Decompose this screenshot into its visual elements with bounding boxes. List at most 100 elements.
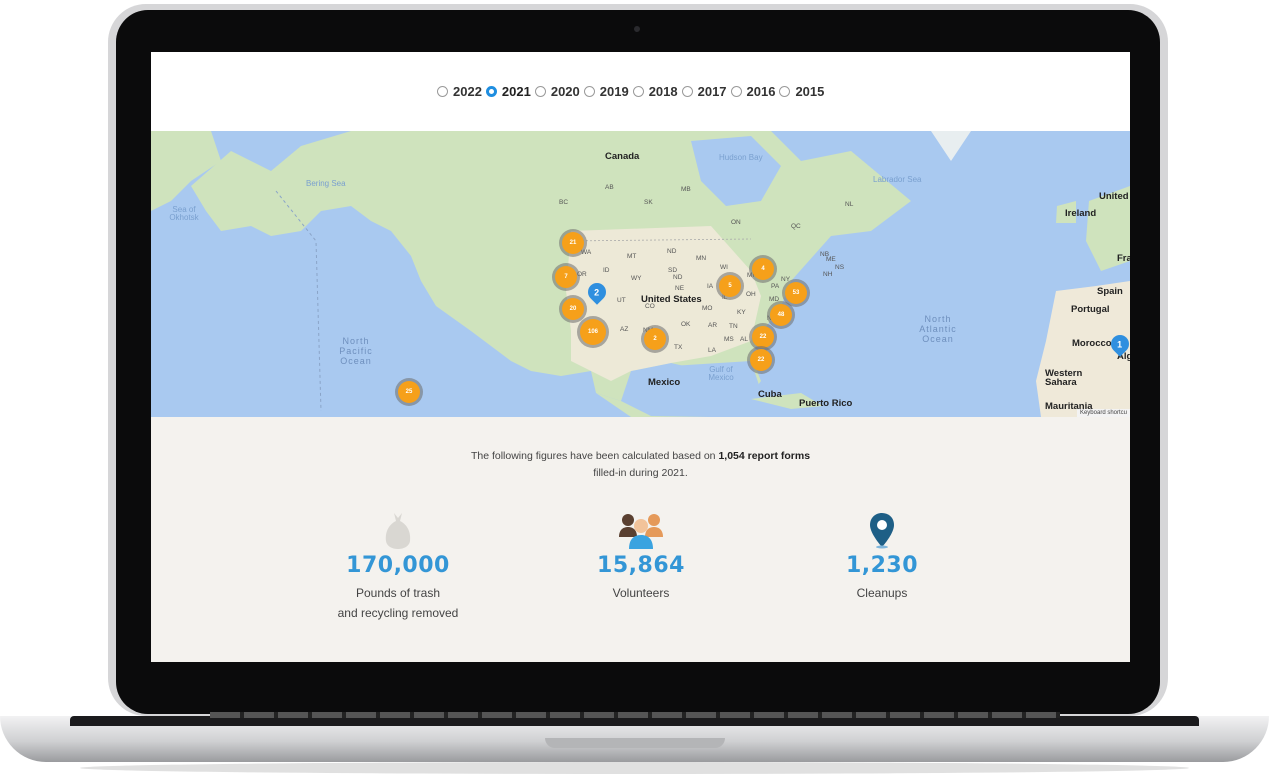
map-label-region: IA bbox=[707, 283, 714, 290]
map-label-region: MB bbox=[681, 186, 691, 193]
map-label-region: NE bbox=[675, 285, 685, 292]
cluster-count: 25 bbox=[405, 389, 413, 395]
trash-bag-icon bbox=[288, 507, 508, 549]
radio-icon[interactable] bbox=[583, 85, 595, 97]
map-label-region: NL bbox=[845, 201, 854, 208]
radio-icon[interactable] bbox=[681, 85, 693, 97]
map-label-region: ND bbox=[673, 274, 683, 281]
radio-checked-icon[interactable] bbox=[485, 85, 497, 97]
stat-label-line: Pounds of trash bbox=[355, 586, 441, 600]
cluster-count: 21 bbox=[569, 240, 577, 246]
cleanup-cluster-marker[interactable]: 2 bbox=[644, 328, 666, 350]
stat-pounds: 170,000 Pounds of trash and recycling re… bbox=[288, 507, 508, 623]
map-label-region: CO bbox=[645, 303, 655, 310]
year-radio-group: 2022 2021 2020 2019 2018 2017 2016 2015 bbox=[437, 82, 828, 100]
map-label-region: WY bbox=[631, 275, 642, 282]
radio-icon[interactable] bbox=[437, 85, 448, 97]
cleanup-cluster-marker[interactable]: 48 bbox=[770, 304, 792, 326]
map-label-region: AR bbox=[708, 322, 718, 329]
stat-volunteers: 15,864 Volunteers bbox=[531, 507, 751, 603]
cleanup-cluster-marker[interactable]: 53 bbox=[785, 282, 807, 304]
map-label-region: MD bbox=[769, 296, 780, 303]
map-label-region: WI bbox=[720, 264, 728, 271]
cleanup-map[interactable]: Canada United States Mexico Cuba Puerto … bbox=[151, 131, 1130, 417]
map-label-region: NS bbox=[835, 264, 845, 271]
cluster-count: 106 bbox=[587, 329, 598, 335]
year-label: 2015 bbox=[795, 83, 825, 99]
year-label: 2022 bbox=[453, 83, 482, 99]
stat-cleanups: 1,230 Cleanups bbox=[772, 507, 992, 603]
map-label-region: PA bbox=[771, 283, 780, 290]
map-label-region: KY bbox=[737, 309, 746, 316]
location-pin-icon bbox=[772, 507, 992, 549]
stat-label: Cleanups bbox=[772, 583, 992, 603]
cleanup-cluster-marker[interactable]: 5 bbox=[719, 275, 741, 297]
cleanup-cluster-marker[interactable]: 20 bbox=[562, 298, 584, 320]
cluster-count: 48 bbox=[777, 312, 785, 318]
map-label-region: WA bbox=[581, 249, 592, 256]
map-label-region: OR bbox=[577, 271, 587, 278]
year-option-2022[interactable]: 2022 bbox=[437, 84, 482, 99]
map-label-labrador-sea: Labrador Sea bbox=[873, 175, 922, 184]
map-label-spain: Spain bbox=[1097, 286, 1123, 297]
cleanup-cluster-marker[interactable]: 106 bbox=[580, 319, 606, 345]
stat-label-line: Cleanups bbox=[856, 586, 908, 600]
year-option-2018[interactable]: 2018 bbox=[632, 84, 678, 99]
map-label-region: AB bbox=[605, 184, 614, 191]
map-label-region: ND bbox=[667, 248, 677, 255]
stat-value: 15,864 bbox=[597, 553, 685, 578]
map-label-mexico: Mexico bbox=[648, 377, 681, 388]
cleanup-cluster-marker[interactable]: 22 bbox=[750, 349, 772, 371]
radio-icon[interactable] bbox=[534, 85, 546, 97]
year-option-2017[interactable]: 2017 bbox=[681, 84, 727, 99]
map-label-region: QC bbox=[791, 223, 801, 230]
map-label-hudson-bay: Hudson Bay bbox=[719, 153, 763, 162]
map-label-region: AZ bbox=[620, 326, 629, 333]
map-label-north-pacific-ocean: North Pacific Ocean bbox=[339, 336, 373, 366]
cluster-count: 2 bbox=[653, 336, 657, 342]
year-option-2019[interactable]: 2019 bbox=[583, 84, 629, 99]
map-label-region: TN bbox=[729, 323, 738, 330]
cleanup-cluster-marker[interactable]: 21 bbox=[562, 232, 584, 254]
laptop-shadow bbox=[80, 762, 1189, 774]
cluster-count: 4 bbox=[761, 266, 765, 272]
map-label-cuba: Cuba bbox=[758, 389, 782, 400]
cluster-count: 7 bbox=[564, 274, 568, 280]
map-label-region: SD bbox=[668, 267, 678, 274]
greenland-land bbox=[931, 131, 971, 161]
cluster-count: 20 bbox=[569, 306, 577, 312]
map-label-region: NB bbox=[820, 251, 830, 258]
year-option-2020[interactable]: 2020 bbox=[534, 84, 580, 99]
map-label-region: LA bbox=[708, 347, 716, 354]
map-label-bering-sea: Bering Sea bbox=[306, 179, 346, 188]
keyboard-shortcuts-link[interactable]: Keyboard shortcu bbox=[1076, 409, 1130, 417]
summary-prefix: The following figures have been calculat… bbox=[470, 450, 719, 462]
year-option-2021[interactable]: 2021 bbox=[485, 84, 531, 99]
cleanup-cluster-marker[interactable]: 4 bbox=[752, 258, 774, 280]
laptop-opening-notch bbox=[545, 738, 725, 748]
map-label-region: TX bbox=[674, 344, 683, 351]
map-label-gulf-of-mexico: Gulf of Mexico bbox=[708, 365, 734, 382]
report-summary: The following figures have been calculat… bbox=[151, 448, 1130, 482]
radio-icon[interactable] bbox=[730, 85, 742, 97]
radio-icon[interactable] bbox=[779, 85, 791, 97]
map-label-region: OH bbox=[746, 291, 756, 298]
stat-label: Volunteers bbox=[531, 583, 751, 603]
map-label-region: MO bbox=[702, 305, 713, 312]
map-label-region: BC bbox=[559, 199, 569, 206]
volunteers-icon bbox=[531, 507, 751, 549]
radio-icon[interactable] bbox=[632, 85, 644, 97]
year-option-2016[interactable]: 2016 bbox=[730, 84, 775, 99]
screen: 2022 2021 2020 2019 2018 2017 2016 2015 … bbox=[151, 52, 1130, 662]
cleanup-cluster-marker[interactable]: 22 bbox=[752, 326, 774, 348]
map-label-region: AL bbox=[740, 336, 748, 343]
map-label-north-atlantic-ocean: North Atlantic Ocean bbox=[919, 314, 957, 344]
map-label-western-sahara: Western Sahara bbox=[1045, 368, 1083, 388]
map-label-region: ON bbox=[731, 219, 741, 226]
map-label-region: ID bbox=[603, 267, 610, 274]
map-label-france: Fra bbox=[1117, 253, 1130, 264]
cleanup-cluster-marker[interactable]: 25 bbox=[398, 381, 420, 403]
year-option-2015[interactable]: 2015 bbox=[779, 84, 824, 99]
cleanup-cluster-marker[interactable]: 7 bbox=[555, 266, 577, 288]
cluster-count: 22 bbox=[759, 334, 767, 340]
